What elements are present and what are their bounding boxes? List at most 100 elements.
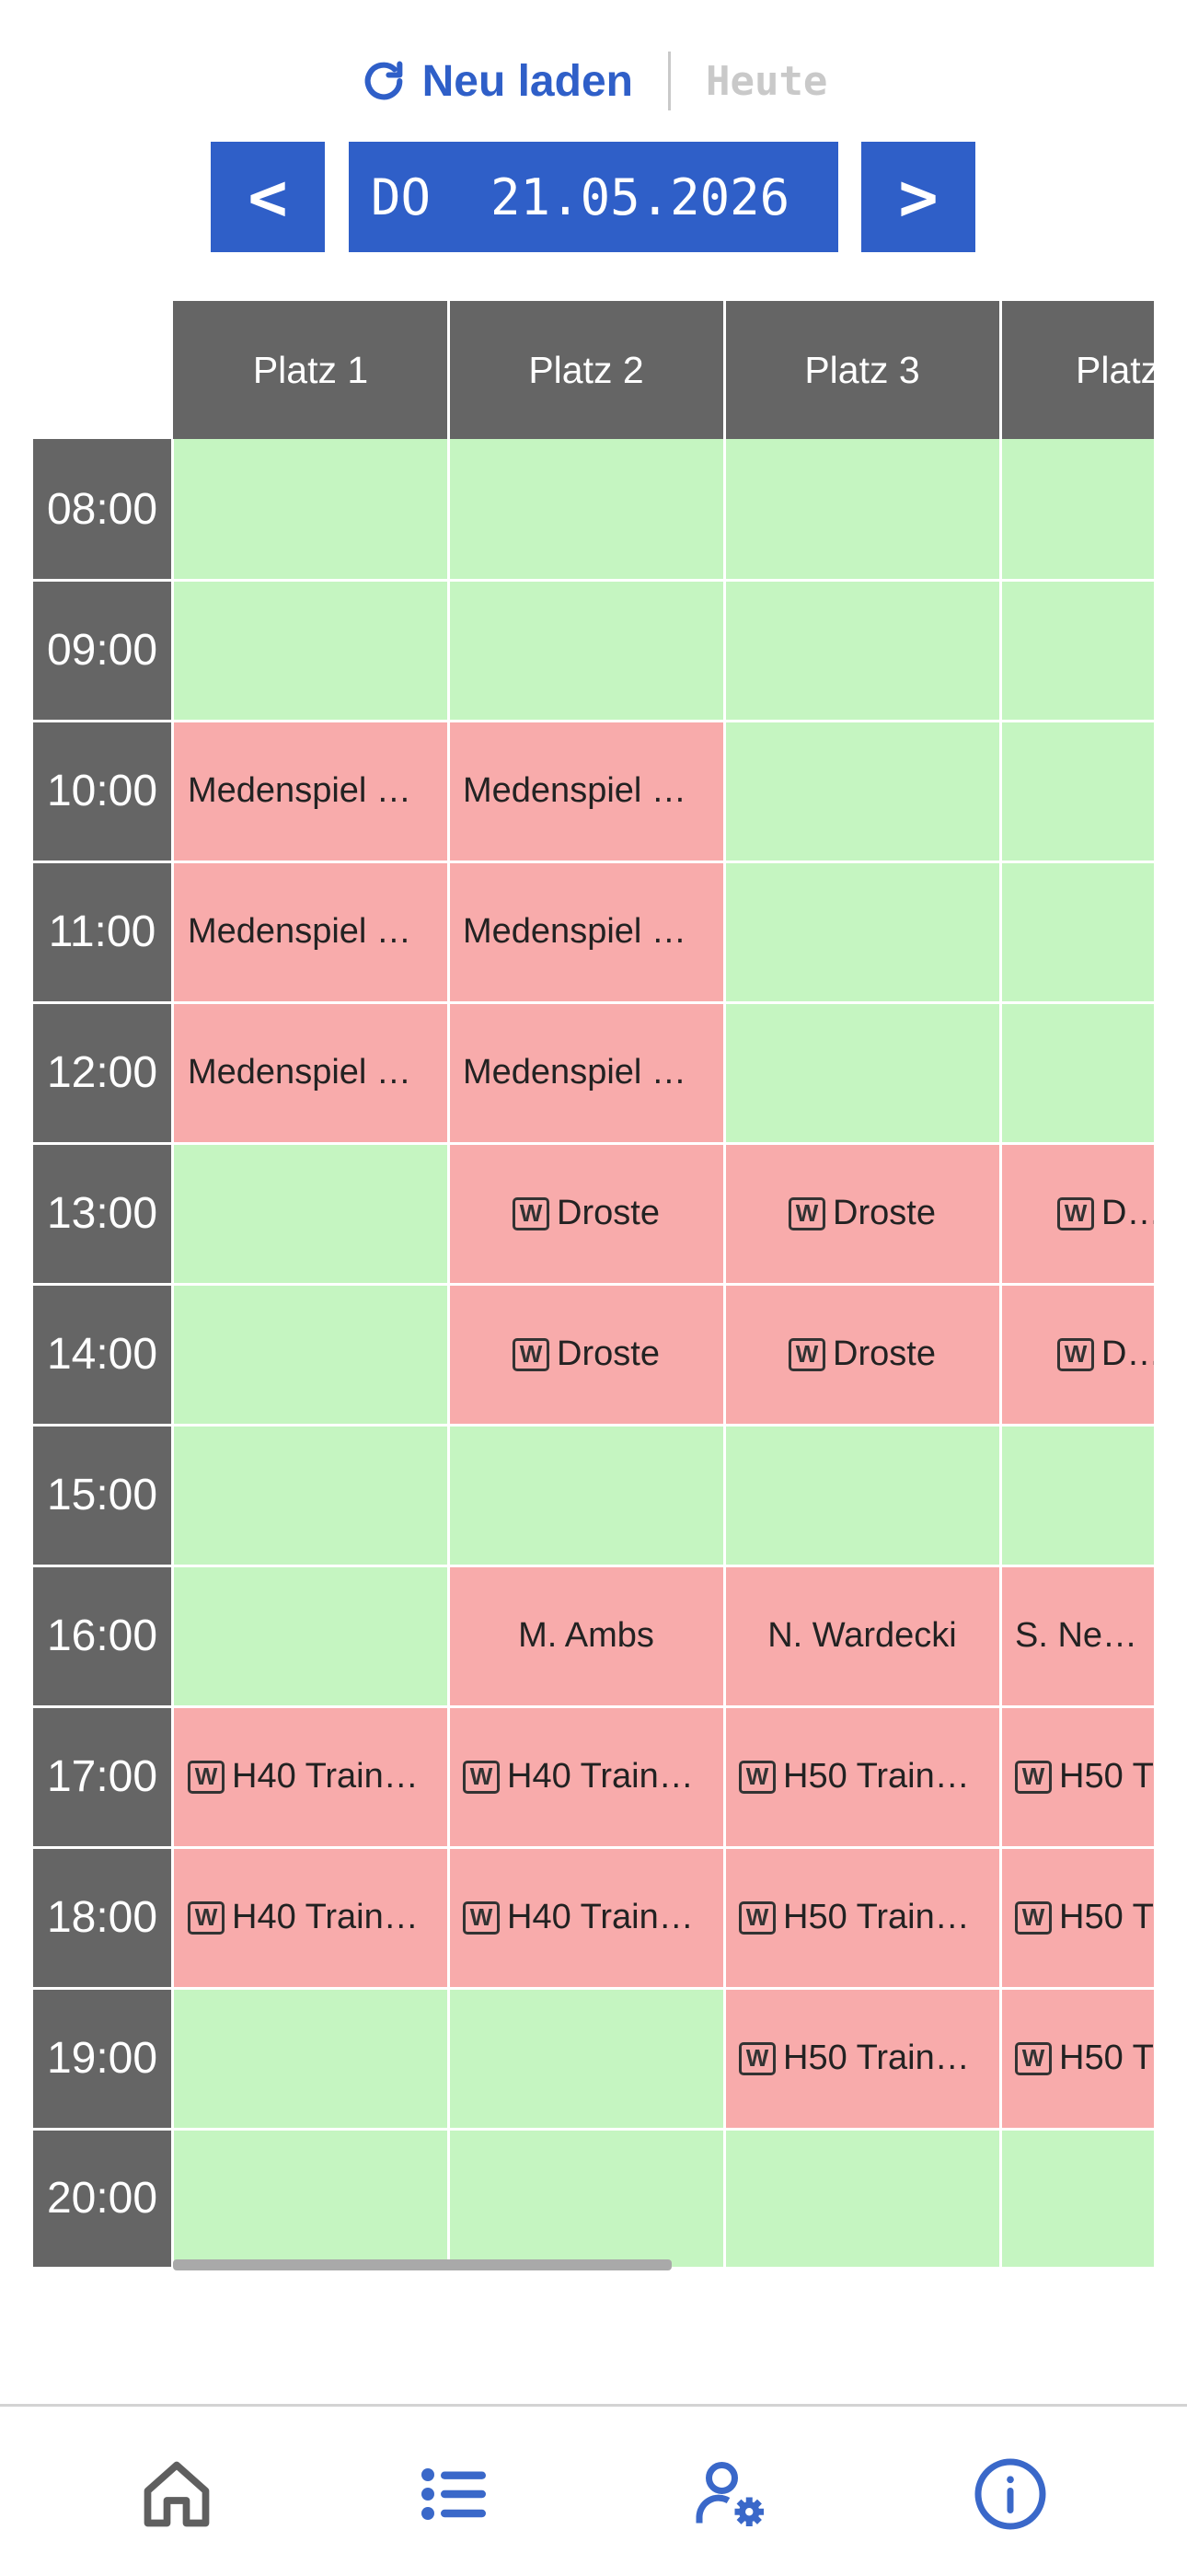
prev-arrow: <: [248, 158, 288, 236]
date-label: DO 21.05.2026: [371, 167, 790, 226]
grid-line: [33, 1846, 1154, 1849]
booking-label: N. Wardecki: [767, 1616, 957, 1655]
w-badge-icon: W: [1057, 1337, 1094, 1371]
free-slot[interactable]: [1000, 721, 1154, 861]
booking-slot[interactable]: W H50 T: [1000, 1988, 1154, 2129]
free-slot[interactable]: [724, 1425, 1000, 1565]
time-label: 10:00: [33, 721, 171, 861]
grid-line: [33, 1424, 1154, 1427]
booking-label: H40 Train…: [232, 1898, 419, 1936]
booking-slot[interactable]: W H40 Train…: [448, 1706, 724, 1847]
free-slot[interactable]: [173, 1425, 448, 1565]
grid-line: [33, 861, 1154, 863]
tab-user-settings[interactable]: [690, 2453, 773, 2536]
reload-button[interactable]: Neu laden: [360, 56, 633, 107]
free-slot[interactable]: [173, 439, 448, 580]
booking-label: Medenspiel …: [188, 912, 411, 951]
free-slot[interactable]: [1000, 1425, 1154, 1565]
booking-label: H40 Train…: [507, 1898, 694, 1936]
booking-slot[interactable]: WDroste: [448, 1143, 724, 1284]
reload-label: Neu laden: [421, 56, 633, 106]
booking-slot[interactable]: W H50 T: [1000, 1706, 1154, 1847]
w-badge-icon: W: [1015, 1900, 1052, 1935]
tab-home[interactable]: [135, 2453, 218, 2536]
booking-slot[interactable]: Medenspiel …: [448, 721, 724, 861]
booking-slot[interactable]: M. Ambs: [448, 1565, 724, 1706]
free-slot[interactable]: [724, 580, 1000, 721]
column-header: Platz 4: [1000, 301, 1154, 439]
time-label: 13:00: [33, 1143, 171, 1284]
w-badge-icon: W: [188, 1900, 225, 1935]
today-button[interactable]: Heute: [706, 58, 827, 105]
free-slot[interactable]: [173, 1143, 448, 1284]
free-slot[interactable]: [173, 580, 448, 721]
date-display[interactable]: DO 21.05.2026: [349, 142, 838, 252]
free-slot[interactable]: [173, 1284, 448, 1425]
tab-list[interactable]: [412, 2453, 495, 2536]
grid-line: [33, 1001, 1154, 1004]
free-slot[interactable]: [173, 1565, 448, 1706]
grid-line: [33, 1565, 1154, 1567]
booking-slot[interactable]: W H50 Train…: [724, 1847, 1000, 1988]
booking-slot[interactable]: Medenspiel …: [173, 721, 448, 861]
time-label: 14:00: [33, 1284, 171, 1425]
free-slot[interactable]: [448, 1425, 724, 1565]
w-badge-icon: W: [739, 1760, 776, 1794]
free-slot[interactable]: [448, 2129, 724, 2267]
booking-slot[interactable]: W H40 Train…: [173, 1706, 448, 1847]
booking-slot[interactable]: Medenspiel …: [173, 1002, 448, 1143]
free-slot[interactable]: [1000, 439, 1154, 580]
booking-slot[interactable]: W H40 Train…: [173, 1847, 448, 1988]
time-label: 15:00: [33, 1425, 171, 1565]
time-label: 17:00: [33, 1706, 171, 1847]
booking-label: H40 Train…: [232, 1757, 419, 1796]
next-day-button[interactable]: >: [861, 142, 975, 252]
w-badge-icon: W: [739, 1900, 776, 1935]
free-slot[interactable]: [724, 721, 1000, 861]
free-slot[interactable]: [173, 2129, 448, 2267]
w-badge-icon: W: [463, 1760, 500, 1794]
booking-label: S. Neuge: [1015, 1616, 1154, 1655]
booking-slot[interactable]: W H40 Train…: [448, 1847, 724, 1988]
list-icon: [421, 2468, 486, 2520]
free-slot[interactable]: [448, 580, 724, 721]
booking-slot[interactable]: N. Wardecki: [724, 1565, 1000, 1706]
booking-slot[interactable]: Medenspiel …: [173, 861, 448, 1002]
free-slot[interactable]: [448, 1988, 724, 2129]
free-slot[interactable]: [724, 1002, 1000, 1143]
home-icon: [144, 2461, 210, 2527]
time-label: 08:00: [33, 439, 171, 580]
tab-info[interactable]: [969, 2453, 1052, 2536]
booking-slot[interactable]: WDroste: [1000, 1143, 1154, 1284]
grid-line: [171, 439, 174, 2267]
booking-slot[interactable]: W H50 T: [1000, 1847, 1154, 1988]
free-slot[interactable]: [1000, 2129, 1154, 2267]
free-slot[interactable]: [724, 439, 1000, 580]
grid-line: [33, 1705, 1154, 1708]
free-slot[interactable]: [1000, 1002, 1154, 1143]
booking-label: Droste: [833, 1194, 936, 1232]
booking-slot[interactable]: Medenspiel …: [448, 861, 724, 1002]
w-badge-icon: W: [789, 1196, 826, 1230]
booking-slot[interactable]: S. Neuge: [1000, 1565, 1154, 1706]
booking-slot[interactable]: WDroste: [724, 1284, 1000, 1425]
booking-slot[interactable]: WDroste: [1000, 1284, 1154, 1425]
booking-label: H50 T: [1059, 1757, 1154, 1796]
free-slot[interactable]: [448, 439, 724, 580]
free-slot[interactable]: [724, 861, 1000, 1002]
horizontal-scrollbar[interactable]: [173, 2259, 672, 2270]
booking-slot[interactable]: W H50 Train…: [724, 1706, 1000, 1847]
booking-label: H50 T: [1059, 2039, 1154, 2077]
booking-slot[interactable]: W H50 Train…: [724, 1988, 1000, 2129]
free-slot[interactable]: [724, 2129, 1000, 2267]
booking-slot[interactable]: WDroste: [448, 1284, 724, 1425]
free-slot[interactable]: [173, 1988, 448, 2129]
previous-day-button[interactable]: <: [211, 142, 325, 252]
free-slot[interactable]: [1000, 580, 1154, 721]
w-badge-icon: W: [739, 2041, 776, 2075]
booking-label: H50 Train…: [783, 2039, 970, 2077]
booking-slot[interactable]: WDroste: [724, 1143, 1000, 1284]
booking-slot[interactable]: Medenspiel …: [448, 1002, 724, 1143]
time-label: 20:00: [33, 2129, 171, 2267]
free-slot[interactable]: [1000, 861, 1154, 1002]
